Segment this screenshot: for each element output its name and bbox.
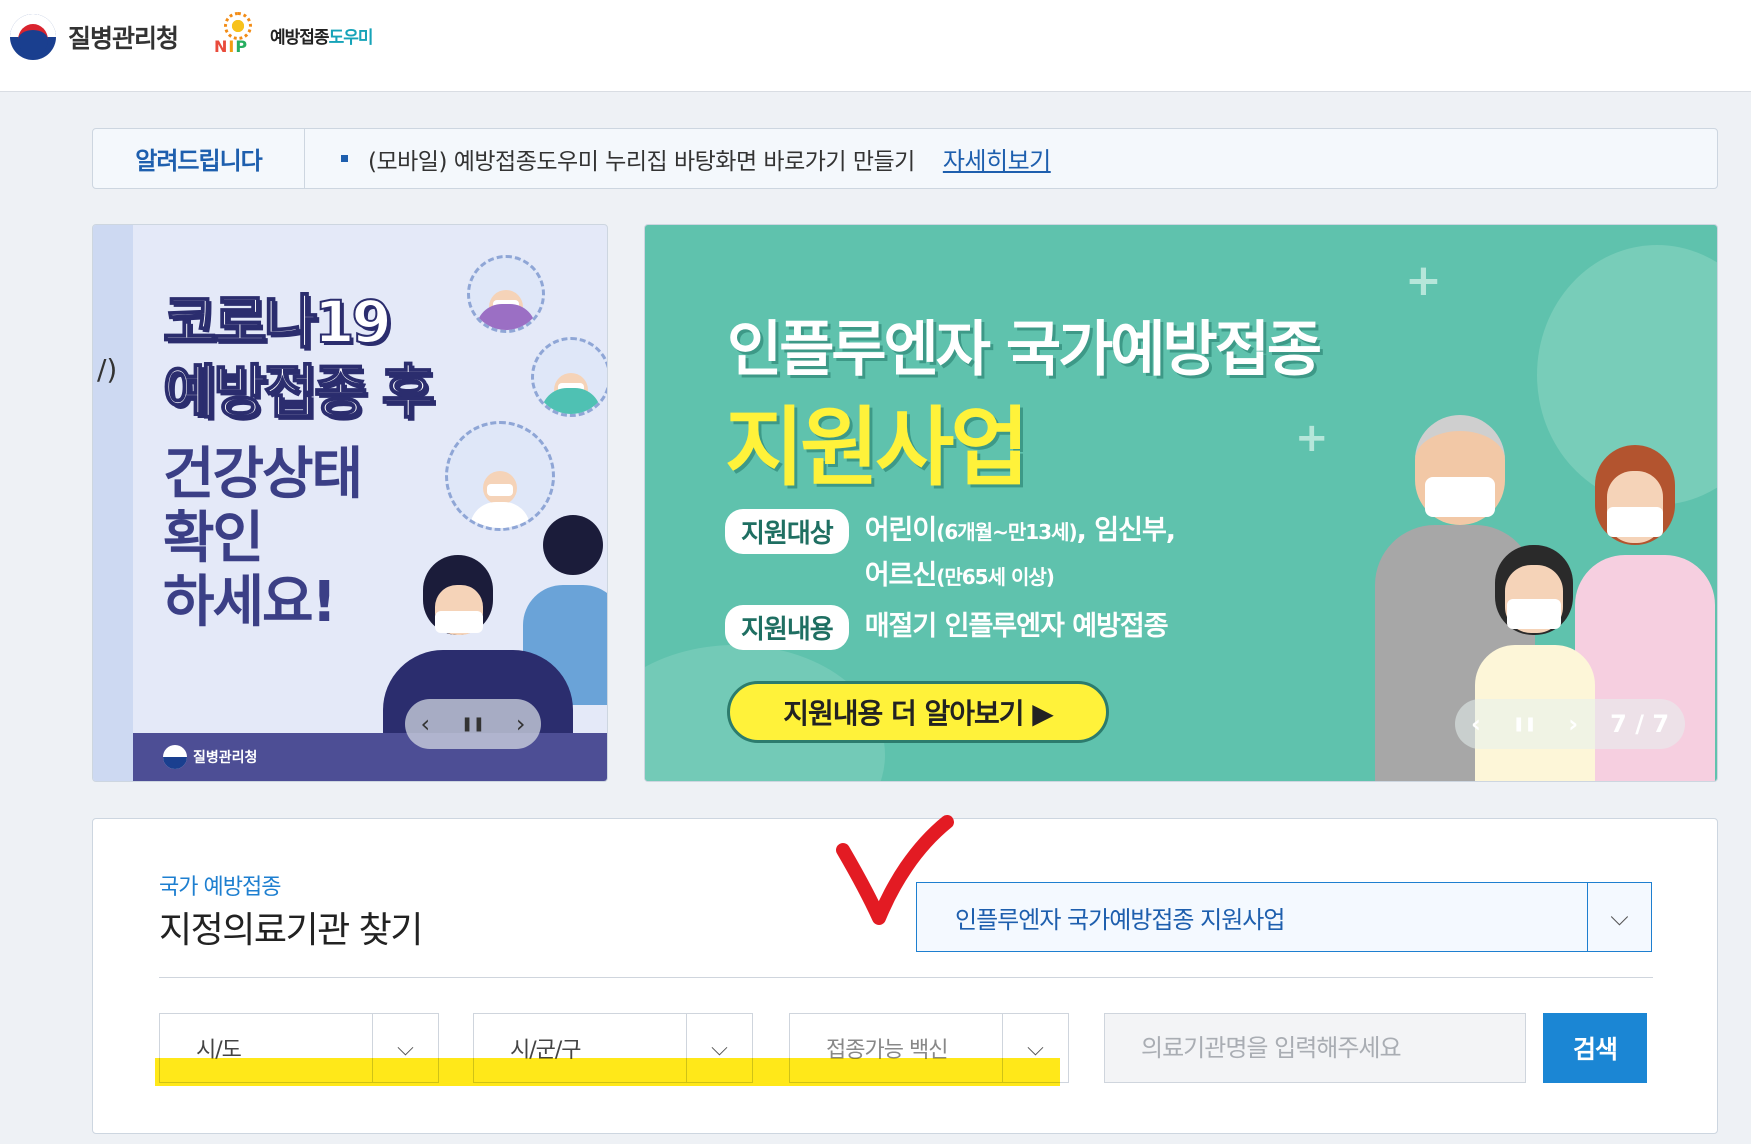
covid-title-line-1: 코로나19 <box>162 287 393 357</box>
covid-banner-subtitle: 건강상태 확인 하세요! <box>163 442 363 635</box>
service-name-main: 예방접종 <box>270 27 330 48</box>
learn-more-button[interactable]: 지원내용 더 알아보기 ▶ <box>727 681 1109 743</box>
banner-footer-logo: 질병관리청 <box>163 745 257 769</box>
yellow-highlight-annotation <box>155 1058 1060 1086</box>
notice-bar: 알려드립니다 (모바일) 예방접종도우미 누리집 바탕화면 바로가기 만들기 자… <box>92 128 1718 189</box>
red-checkmark-annotation <box>836 815 954 925</box>
support-target-row: 지원대상 어린이(6개월~만13세), 임신부, 어르신(만65세 이상) <box>725 509 1176 599</box>
next-slide-icon[interactable]: › <box>516 710 526 738</box>
thermometer-circle-illustration <box>531 337 607 417</box>
pause-icon[interactable]: ❚❚ <box>1513 716 1536 732</box>
plus-icon: + <box>1405 255 1442 306</box>
search-button[interactable]: 검색 <box>1543 1013 1647 1083</box>
covid-title-line-2: 예방접종 후 <box>162 357 436 427</box>
notice-text[interactable]: (모바일) 예방접종도우미 누리집 바탕화면 바로가기 만들기 <box>368 142 915 176</box>
covid-sub-line-1: 건강상태 <box>163 442 363 507</box>
program-select[interactable]: 인플루엔자 국가예방접종 지원사업 ⌵ <box>916 882 1652 952</box>
target-line1-small: (6개월~만13세) <box>936 520 1077 544</box>
covid-sub-line-3: 하세요! <box>163 570 337 635</box>
influenza-title: 인플루엔자 국가예방접종 <box>727 315 1322 385</box>
support-target-text: 어린이(6개월~만13세), 임신부, 어르신(만65세 이상) <box>864 509 1176 599</box>
person-circle-illustration <box>467 255 545 333</box>
chevron-down-icon[interactable]: ⌵ <box>1587 883 1651 951</box>
influenza-title-highlight: 지원사업 <box>725 398 1029 498</box>
banner-footer-org: 질병관리청 <box>193 750 258 766</box>
pause-icon[interactable]: ❚❚ <box>461 716 484 732</box>
institution-name-input[interactable] <box>1104 1013 1526 1083</box>
nip-letter-p: P <box>235 37 249 56</box>
notice-detail-link[interactable]: 자세히보기 <box>943 141 1051 176</box>
notice-label: 알려드립니다 <box>93 129 305 188</box>
covid-sub-line-2: 확인 <box>163 506 264 571</box>
service-name-accent: 도우미 <box>328 27 374 48</box>
previous-slide-peek: /) <box>93 225 133 781</box>
nurse-illustration <box>523 515 607 705</box>
support-content-row: 지원내용 매절기 인플루엔자 예방접종 <box>725 605 1169 650</box>
support-content-label: 지원내용 <box>725 605 849 650</box>
support-target-label: 지원대상 <box>725 509 849 554</box>
nip-letter-n: N <box>214 37 229 56</box>
left-carousel-controls: ‹ ❚❚ › <box>405 699 541 749</box>
influenza-banner[interactable]: + + + 인플루엔자 국가예방접종 지원사업 지원대상 어린이(6개월~만13… <box>644 224 1718 782</box>
prev-slide-icon[interactable]: ‹ <box>1471 710 1481 738</box>
divider <box>159 977 1653 978</box>
program-select-value: 인플루엔자 국가예방접종 지원사업 <box>955 905 1285 934</box>
taegeuk-emblem-icon <box>163 745 187 769</box>
kdca-logo[interactable]: 질병관리청 <box>10 14 179 60</box>
nip-sun-icon: NIP <box>214 12 262 56</box>
service-name: 예방접종도우미 <box>270 23 374 48</box>
plus-icon: + <box>1295 415 1329 461</box>
target-line2-small: (만65세 이상) <box>936 565 1055 589</box>
slide-counter: 7 / 7 <box>1610 710 1670 738</box>
next-slide-icon[interactable]: › <box>1568 710 1578 738</box>
search-kicker: 국가 예방접종 <box>159 875 281 900</box>
covid-banner[interactable]: /) 코로나19 예방접종 후 건강상태 확인 하세요! 질병관리청 ‹ ❚❚ … <box>92 224 608 782</box>
prev-slide-icon[interactable]: ‹ <box>421 710 431 738</box>
site-header: 질병관리청 NIP 예방접종도우미 <box>0 0 1751 92</box>
support-content-text: 매절기 인플루엔자 예방접종 <box>864 611 1169 642</box>
bullet-icon <box>341 155 348 162</box>
search-title: 지정의료기관 찾기 <box>159 910 423 951</box>
target-line1-main: 어린이 <box>864 515 938 546</box>
taegeuk-emblem-icon <box>10 14 56 60</box>
covid-banner-title: 코로나19 예방접종 후 <box>162 287 436 427</box>
slide-peek-text: /) <box>97 353 118 386</box>
kdca-name: 질병관리청 <box>68 24 179 53</box>
nip-logo[interactable]: NIP 예방접종도우미 <box>214 12 374 56</box>
target-line2-main: 어르신 <box>864 560 938 591</box>
right-carousel-controls: ‹ ❚❚ › 7 / 7 <box>1455 699 1685 749</box>
target-line1-rest: , 임신부, <box>1076 515 1176 546</box>
